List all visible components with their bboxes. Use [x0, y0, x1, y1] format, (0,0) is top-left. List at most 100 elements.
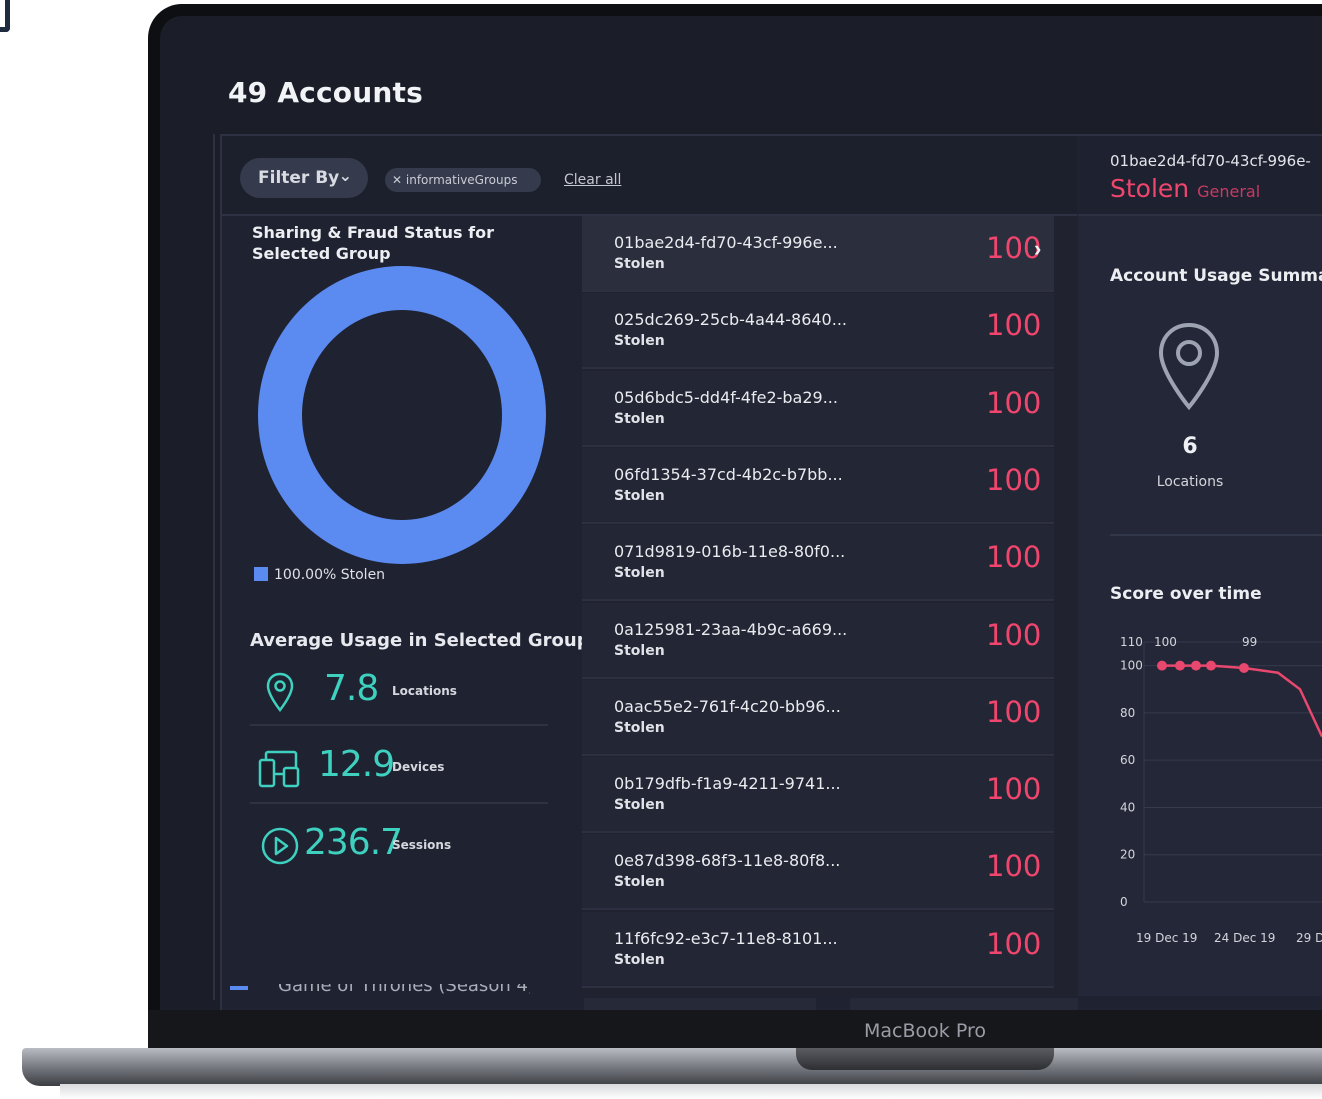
page-title: 49 Accounts [228, 76, 423, 109]
account-status: Stolen [614, 487, 665, 504]
account-row[interactable]: 0e87d398-68f3-11e8-80f8... Stolen 100 [582, 834, 1054, 911]
laptop-notch [796, 1048, 1054, 1070]
score-series-line [1162, 664, 1322, 738]
legend-label: 100.00% Stolen [274, 567, 386, 583]
donut-title: Sharing & Fraud Status for Selected Grou… [252, 223, 494, 263]
account-status: Stolen [614, 256, 665, 272]
account-score: 100 [986, 926, 1042, 961]
donut-legend: 100.00% Stolen [254, 567, 385, 583]
average-usage-title: Average Usage in Selected Group [250, 630, 590, 651]
account-score: 100 [986, 462, 1042, 497]
account-row[interactable]: 0aac55e2-761f-4c20-bb96... Stolen 100 [582, 679, 1054, 756]
account-row[interactable]: 0b179dfb-f1a9-4211-9741... Stolen 100 [582, 757, 1054, 834]
stat-sessions: 236.7 Sessions [250, 816, 550, 892]
y-tick-label: 110 [1120, 635, 1143, 649]
stat-devices-label: Devices [392, 760, 445, 774]
detail-category: General [1197, 182, 1261, 201]
y-tick-label: 60 [1120, 753, 1135, 767]
score-point [1191, 660, 1201, 671]
devices-icon [258, 750, 300, 788]
device-label: MacBook Pro [864, 1020, 986, 1042]
stat-sessions-value: 236.7 [304, 822, 403, 863]
filter-by-button[interactable]: Filter By ⌄ [240, 158, 368, 198]
x-tick-label: 24 Dec 19 [1214, 931, 1275, 945]
list-scroll-edge [584, 998, 816, 1010]
cropped-logo-fragment [0, 0, 10, 32]
account-status: Stolen [614, 410, 665, 427]
data-label: 100 [1154, 635, 1177, 649]
stat-sessions-label: Sessions [392, 838, 452, 852]
account-row[interactable]: 05d6bdc5-dd4f-4fe2-ba29... Stolen 100 [582, 370, 1054, 447]
detail-scroll-edge [850, 998, 1078, 1010]
score-over-time-chart: 110 100 80 60 40 20 0 19 Dec 19 24 Dec 19 29 D 100… [1120, 635, 1322, 945]
y-tick-label: 40 [1120, 800, 1135, 814]
data-label: 99 [1242, 635, 1257, 649]
stat-devices-value: 12.9 [318, 744, 395, 785]
account-id: 071d9819-016b-11e8-80f0... [614, 542, 846, 562]
app-screen: 49 Accounts Filter By ⌄ ✕ informativeGro… [160, 16, 1322, 1010]
account-row[interactable]: 071d9819-016b-11e8-80f0... Stolen 100 [582, 525, 1054, 602]
x-tick-label: 29 D [1296, 931, 1322, 945]
panel-divider [213, 134, 215, 1000]
legend-swatch [254, 567, 268, 581]
filter-chip-label: informativeGroups [405, 173, 518, 187]
account-id: 0aac55e2-761f-4c20-bb96... [614, 696, 841, 716]
account-row[interactable]: 01bae2d4-fd70-43cf-996e... Stolen 100 › [582, 216, 1054, 292]
score-point [1206, 660, 1216, 671]
chevron-right-icon[interactable]: › [1034, 236, 1041, 262]
status-donut-chart [258, 266, 546, 564]
detail-status-label: Stolen [1110, 174, 1190, 203]
y-tick-label: 20 [1120, 848, 1135, 862]
detail-locations-value: 6 [1182, 434, 1198, 459]
laptop-shadow [60, 1084, 1322, 1099]
stat-divider [250, 802, 548, 804]
account-status: Stolen [614, 797, 665, 814]
account-status: Stolen [614, 951, 665, 968]
account-status: Stolen [614, 333, 665, 350]
y-tick-label: 100 [1120, 659, 1143, 673]
account-row[interactable]: 11f6fc92-e3c7-11e8-8101... Stolen 100 [582, 911, 1054, 988]
account-status: Stolen [614, 874, 665, 891]
score-point [1239, 663, 1249, 673]
location-pin-icon [266, 672, 294, 713]
play-icon [261, 827, 299, 865]
account-row[interactable]: 025dc269-25cb-4a44-8640... Stolen 100 [582, 293, 1054, 370]
detail-status: Stolen General [1110, 174, 1260, 203]
stat-divider [250, 724, 548, 726]
account-status: Stolen [614, 719, 665, 736]
clear-all-link[interactable]: Clear all [564, 172, 621, 188]
account-score: 100 [986, 385, 1042, 420]
close-icon[interactable]: ✕ [392, 173, 402, 187]
account-row[interactable]: 06fd1354-37cd-4b2c-b7bb... Stolen 100 [582, 447, 1054, 524]
accounts-list: 01bae2d4-fd70-43cf-996e... Stolen 100 › 025d… [582, 216, 1079, 996]
account-id: 01bae2d4-fd70-43cf-996e... [614, 233, 838, 252]
location-pin-icon [1158, 322, 1220, 411]
account-status: Stolen [614, 642, 665, 659]
detail-account-id: 01bae2d4-fd70-43cf-996e- [1110, 152, 1311, 170]
detail-locations-label: Locations [1156, 474, 1224, 490]
account-id: 06fd1354-37cd-4b2c-b7bb... [614, 464, 843, 484]
score-point [1157, 660, 1167, 671]
chevron-down-icon: ⌄ [338, 166, 352, 185]
account-id: 0a125981-23aa-4b9c-a669... [614, 619, 848, 639]
filter-by-label: Filter By [258, 168, 340, 188]
account-score: 100 [986, 772, 1042, 807]
account-score: 100 [986, 617, 1042, 652]
score-over-time-title: Score over time [1110, 584, 1262, 604]
account-row[interactable]: 0a125981-23aa-4b9c-a669... Stolen 100 [582, 602, 1054, 679]
account-id: 11f6fc92-e3c7-11e8-8101... [614, 928, 838, 948]
detail-divider [1110, 534, 1322, 536]
account-id: 0e87d398-68f3-11e8-80f8... [614, 851, 841, 871]
laptop-base [22, 1048, 1322, 1086]
score-point [1175, 660, 1185, 671]
stat-locations-label: Locations [392, 684, 457, 698]
account-score: 100 [986, 694, 1042, 729]
account-score: 100 [986, 540, 1042, 575]
account-score: 100 [986, 849, 1042, 884]
usage-summary-title: Account Usage Summar [1110, 266, 1322, 286]
cut-off-list-item: Game of Thrones (Season 4) [230, 984, 530, 994]
y-tick-label: 80 [1120, 706, 1135, 720]
stat-locations: 7.8 Locations [250, 662, 550, 738]
filter-chip[interactable]: ✕ informativeGroups [385, 168, 541, 192]
account-score: 100 [986, 308, 1042, 343]
